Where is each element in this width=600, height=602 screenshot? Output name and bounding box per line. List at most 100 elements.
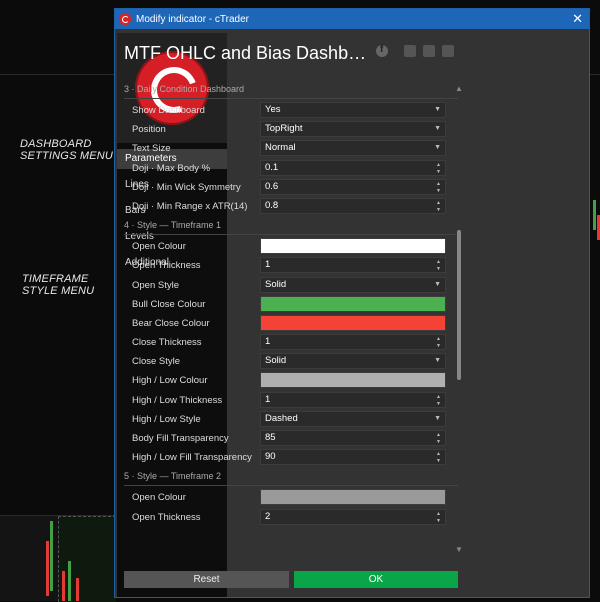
param-row-close-style: Close Style Solid ▼	[124, 352, 458, 371]
scrollbar[interactable]	[456, 84, 462, 552]
spinner-arrows-icon[interactable]: ▲ ▼	[436, 451, 441, 465]
spinner-arrows-icon[interactable]: ▲ ▼	[436, 181, 441, 195]
open-style-select[interactable]: Solid ▼	[260, 276, 446, 293]
background-chart	[0, 515, 116, 602]
param-label: Bull Close Colour	[132, 298, 206, 310]
ok-button[interactable]: OK	[294, 571, 458, 588]
param-label: Body Fill Transparency	[132, 433, 229, 444]
param-label: Show Dashboard	[132, 105, 205, 116]
open-colour-color-picker[interactable]	[260, 238, 446, 255]
doji-max-body-stepper[interactable]: 0.1 ▲ ▼	[260, 159, 446, 176]
control-value: 90	[265, 451, 276, 463]
window-title: Modify indicator - cTrader	[136, 13, 249, 25]
param-row-open-colour: Open Colour	[124, 488, 458, 507]
annotation-line: TIMEFRAME	[22, 273, 89, 285]
close-icon[interactable]: ✕	[572, 12, 583, 25]
spinner-arrows-icon[interactable]: ▲ ▼	[436, 162, 441, 176]
timeframe-annotation: TIMEFRAME STYLE MENU	[22, 273, 94, 297]
control-value: Normal	[265, 142, 296, 154]
candle	[46, 541, 49, 596]
param-label: Close Style	[132, 356, 181, 368]
param-label: Open Style	[132, 279, 179, 291]
chevron-down-icon[interactable]: ▼	[434, 141, 441, 155]
close-style-select[interactable]: Solid ▼	[260, 353, 446, 370]
param-row-text-size: Text Size Normal ▼	[124, 139, 458, 158]
param-label: Open Colour	[132, 241, 186, 253]
param-label: Close Thickness	[132, 337, 202, 349]
param-row-bull-close-colour: Bull Close Colour	[124, 295, 458, 314]
spinner-arrows-icon[interactable]: ▲ ▼	[436, 511, 441, 525]
chevron-down-icon[interactable]: ▼	[434, 278, 441, 292]
indicator-title: MTF OHLC and Bias Dashb…	[124, 43, 367, 63]
param-row-close-thickness: Close Thickness 1 ▲ ▼	[124, 333, 458, 352]
param-row-open-style: Open Style Solid ▼	[124, 276, 458, 295]
chevron-down-icon[interactable]: ▼	[434, 412, 441, 426]
param-row-body-fill-transparency: Body Fill Transparency 85 ▲ ▼	[124, 429, 458, 448]
bull-close-colour-color-picker[interactable]	[260, 295, 446, 312]
doji-min-wick-symmetry-stepper[interactable]: 0.6 ▲ ▼	[260, 178, 446, 195]
control-value: Solid	[265, 278, 287, 290]
param-label: Bear Close Colour	[132, 317, 210, 329]
scroll-down-icon[interactable]: ▼	[455, 545, 463, 554]
candle	[593, 200, 596, 230]
section-header: 4 · Style — Timeframe 1	[124, 216, 458, 236]
control-value: 85	[265, 432, 276, 443]
high-low-colour-color-picker[interactable]	[260, 372, 446, 389]
chevron-down-icon[interactable]: ▼	[434, 354, 441, 368]
indicator-header: MTF OHLC and Bias Dashb…	[124, 40, 468, 70]
spinner-arrows-icon[interactable]: ▲ ▼	[436, 200, 441, 214]
param-label: Open Thickness	[132, 260, 201, 272]
scrollbar-thumb[interactable]	[457, 230, 461, 380]
control-value: Dashed	[265, 412, 298, 424]
image-icon[interactable]	[404, 45, 416, 57]
open-thickness-stepper[interactable]: 1 ▲ ▼	[260, 257, 446, 274]
param-row-doji-min-wick-symmetry: Doji · Min Wick Symmetry 0.6 ▲ ▼	[124, 178, 458, 197]
reset-button[interactable]: Reset	[124, 571, 289, 588]
param-label: High / Low Style	[132, 413, 201, 425]
chevron-down-icon[interactable]: ▼	[434, 122, 441, 136]
trash-icon[interactable]	[442, 45, 454, 57]
param-label: Open Colour	[132, 492, 186, 504]
doji-min-range-x-atr-14-stepper[interactable]: 0.8 ▲ ▼	[260, 197, 446, 214]
high-low-style-select[interactable]: Dashed ▼	[260, 410, 446, 427]
param-label: Open Thickness	[132, 511, 201, 523]
save-icon[interactable]	[423, 45, 435, 57]
param-row-open-thickness: Open Thickness 2 ▲ ▼	[124, 508, 458, 527]
open-thickness-stepper[interactable]: 2 ▲ ▼	[260, 508, 446, 525]
param-row-show-dashboard: Show Dashboard Yes ▼	[124, 101, 458, 120]
control-value: 1	[265, 259, 271, 271]
body-fill-transparency-stepper[interactable]: 85 ▲ ▼	[260, 430, 446, 446]
control-value: 0.1	[265, 161, 279, 173]
chevron-down-icon[interactable]: ▼	[434, 103, 441, 117]
high-low-fill-transparency-stepper[interactable]: 90 ▲ ▼	[260, 449, 446, 466]
open-colour-color-picker[interactable]	[260, 489, 446, 506]
scroll-up-icon[interactable]: ▲	[455, 84, 463, 93]
control-value: 0.8	[265, 199, 279, 211]
param-row-bear-close-colour: Bear Close Colour	[124, 314, 458, 333]
param-row-high-low-style: High / Low Style Dashed ▼	[124, 410, 458, 429]
annotation-line: STYLE MENU	[22, 285, 95, 297]
spinner-arrows-icon[interactable]: ▲ ▼	[436, 432, 441, 446]
spinner-arrows-icon[interactable]: ▲ ▼	[436, 394, 441, 408]
show-dashboard-select[interactable]: Yes ▼	[260, 102, 446, 118]
annotation-line: DASHBOARD	[20, 138, 92, 150]
section-header: 3 · Daily Condition Dashboard	[124, 80, 458, 99]
param-row-high-low-thickness: High / Low Thickness 1 ▲ ▼	[124, 391, 458, 410]
param-row-doji-min-range-x-atr-14: Doji · Min Range x ATR(14) 0.8 ▲ ▼	[124, 197, 458, 216]
spinner-arrows-icon[interactable]: ▲ ▼	[436, 336, 441, 350]
param-label: High / Low Thickness	[132, 394, 223, 406]
spinner-arrows-icon[interactable]: ▲ ▼	[436, 259, 441, 273]
param-label: Doji · Min Wick Symmetry	[132, 181, 241, 193]
high-low-thickness-stepper[interactable]: 1 ▲ ▼	[260, 391, 446, 408]
section-header: 5 · Style — Timeframe 2	[124, 467, 458, 487]
param-label: High / Low Fill Transparency	[132, 452, 252, 464]
annotation-line: SETTINGS MENU	[20, 150, 114, 162]
bear-close-colour-color-picker[interactable]	[260, 314, 446, 331]
facebook-icon[interactable]	[376, 44, 388, 57]
position-select[interactable]: TopRight ▼	[260, 121, 446, 138]
param-label: High / Low Colour	[132, 375, 208, 387]
title-bar[interactable]: Modify indicator - cTrader ✕	[115, 9, 589, 29]
background-candles-right	[590, 180, 600, 480]
text-size-select[interactable]: Normal ▼	[260, 140, 446, 157]
close-thickness-stepper[interactable]: 1 ▲ ▼	[260, 334, 446, 351]
